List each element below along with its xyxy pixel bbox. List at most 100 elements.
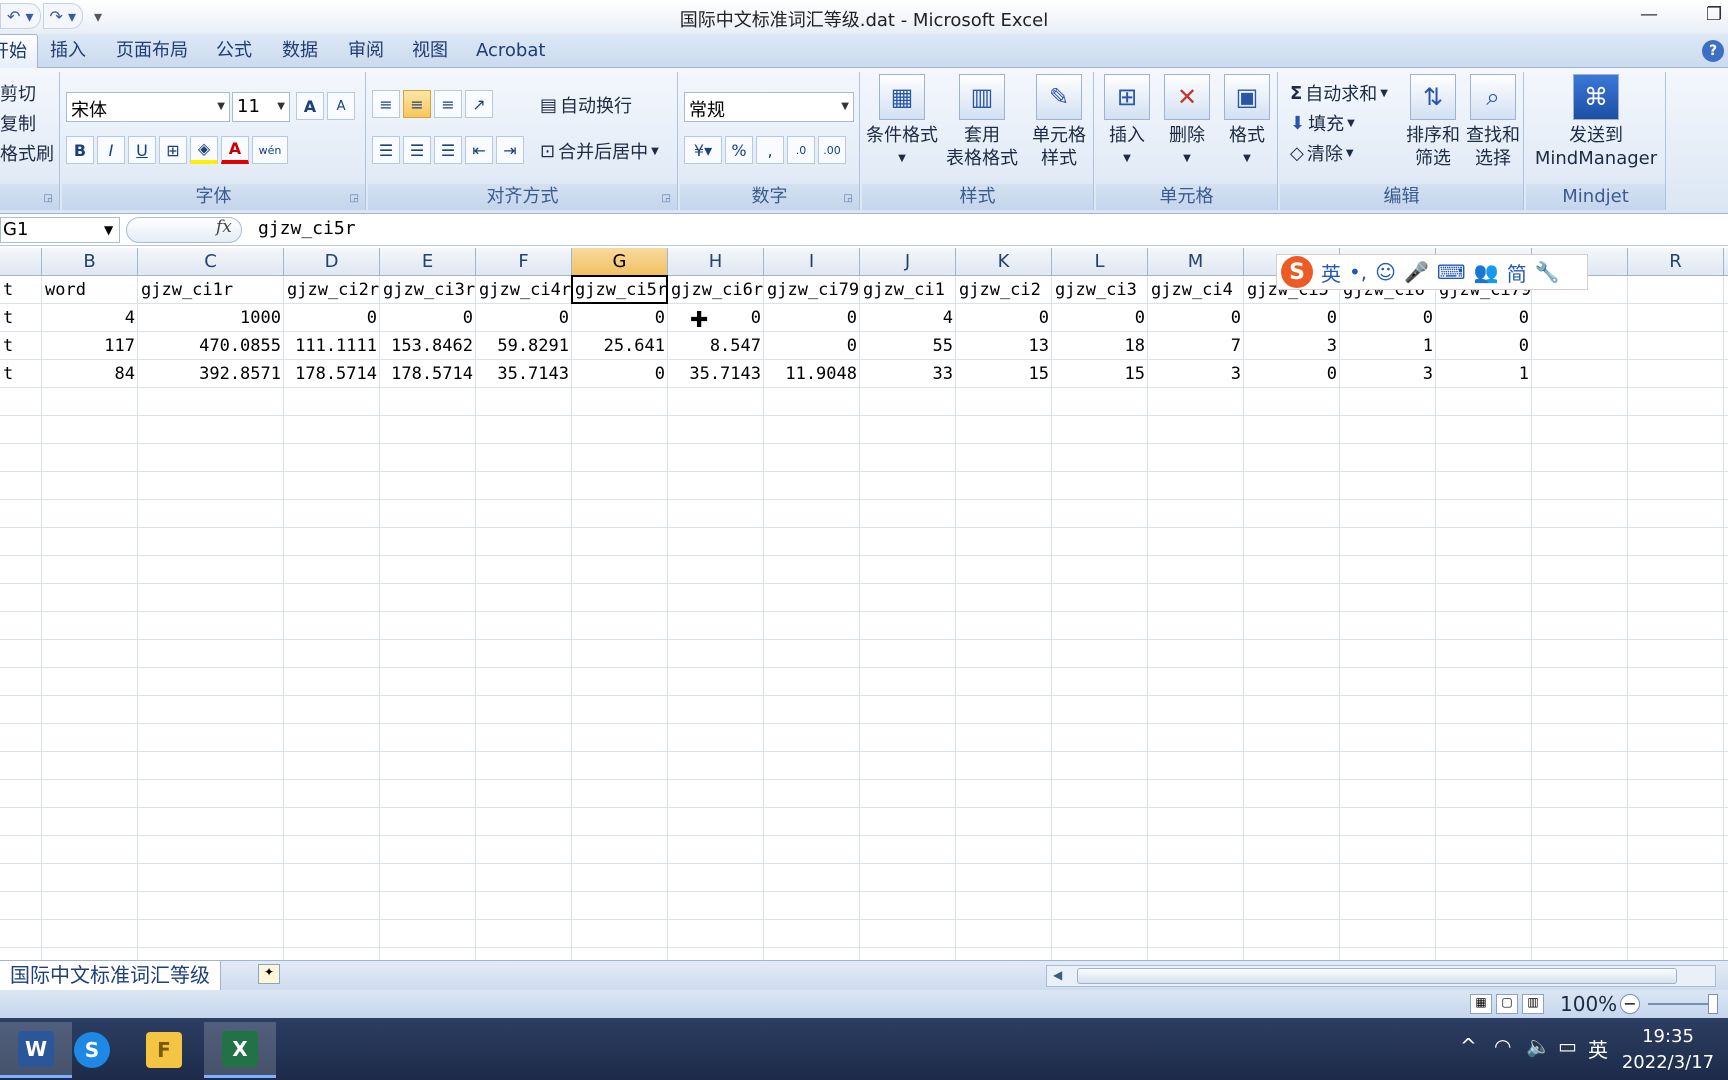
cell[interactable]: 3 (1244, 332, 1340, 360)
number-format-select[interactable]: 常规 ▼ (684, 92, 854, 122)
cell[interactable]: gjzw_ci1 (860, 276, 956, 304)
normal-view-icon[interactable]: ▦ (1470, 994, 1492, 1014)
cell[interactable]: 1000 (138, 304, 284, 332)
align-right-icon[interactable]: ☰ (434, 136, 462, 164)
cell-styles-button[interactable]: ✎ 单元格 样式 (1026, 74, 1092, 170)
cell[interactable]: 3 (1148, 360, 1244, 388)
cell[interactable]: 0 (764, 304, 860, 332)
cell[interactable]: 11.9048 (764, 360, 860, 388)
cut-button[interactable]: 剪切 (0, 80, 36, 106)
cell[interactable]: gjzw_ci79 (764, 276, 860, 304)
cell[interactable]: 4 (42, 304, 138, 332)
keyboard-icon[interactable]: ⌨ (1437, 260, 1466, 284)
increase-decimal-button[interactable]: .0 (787, 136, 815, 164)
cell[interactable]: word (42, 276, 138, 304)
cell[interactable]: 55 (860, 332, 956, 360)
align-middle-icon[interactable]: ≡ (403, 90, 431, 118)
cell[interactable]: 117 (42, 332, 138, 360)
find-select-button[interactable]: ⌕ 查找和 选择 (1464, 74, 1522, 170)
emoji-icon[interactable]: ☺ (1375, 260, 1396, 284)
ime-lang-toggle[interactable]: 英 (1321, 258, 1341, 287)
cell[interactable]: 0 (284, 304, 380, 332)
column-header-h[interactable]: H (668, 248, 764, 276)
cell[interactable]: 15 (956, 360, 1052, 388)
volume-icon[interactable]: 🔈 (1526, 1034, 1551, 1058)
conditional-format-button[interactable]: ▦ 条件格式 ▼ (864, 74, 940, 170)
grow-font-button[interactable]: A (296, 92, 324, 120)
cell[interactable]: t (0, 276, 42, 304)
simplified-toggle[interactable]: 简 (1507, 258, 1527, 287)
cell[interactable]: 18 (1052, 332, 1148, 360)
merge-center-button[interactable]: ⊡ 合并后居中 ▼ (540, 138, 659, 164)
fill-button[interactable]: ⬇ 填充 ▼ (1290, 110, 1355, 136)
send-to-mindmanager-button[interactable]: ⌘ 发送到 MindManager (1530, 74, 1662, 170)
scrollbar-thumb[interactable] (1077, 968, 1677, 984)
cell[interactable]: 35.7143 (668, 360, 764, 388)
cell[interactable]: 35.7143 (476, 360, 572, 388)
font-name-select[interactable]: 宋体 ▼ (66, 92, 230, 122)
clear-button[interactable]: ◇ 清除 ▼ (1290, 140, 1354, 166)
fill-color-button[interactable]: ◈ (190, 136, 218, 164)
cell[interactable]: 0 (476, 304, 572, 332)
copy-button[interactable]: 复制 (0, 110, 36, 136)
column-header-c[interactable]: C (138, 248, 284, 276)
cell[interactable]: 13 (956, 332, 1052, 360)
underline-button[interactable]: U (128, 136, 156, 164)
column-header-i[interactable]: I (764, 248, 860, 276)
column-header-r[interactable]: R (1628, 248, 1724, 276)
formula-input[interactable]: gjzw_ci5r (258, 218, 356, 239)
chevron-down-icon[interactable]: ▼ (104, 223, 113, 237)
cell[interactable]: gjzw_ci3 (1052, 276, 1148, 304)
column-header-f[interactable]: F (476, 248, 572, 276)
scroll-left-icon[interactable]: ◀ (1053, 968, 1062, 982)
page-break-view-icon[interactable]: ▥ (1522, 994, 1544, 1014)
cell[interactable]: 111.1111 (284, 332, 380, 360)
battery-icon[interactable]: ▭ (1558, 1034, 1577, 1058)
cell[interactable]: 178.5714 (284, 360, 380, 388)
insert-cells-button[interactable]: ⊞ 插入 ▼ (1098, 74, 1156, 170)
bold-button[interactable]: B (66, 136, 94, 164)
cell[interactable]: gjzw_ci4 (1148, 276, 1244, 304)
tab-formulas[interactable]: 公式 (206, 34, 262, 68)
user-icon[interactable]: 👥 (1474, 260, 1499, 284)
font-launcher-icon[interactable]: ◲ (350, 193, 359, 204)
cell[interactable]: 8.547 (668, 332, 764, 360)
decrease-indent-icon[interactable]: ⇤ (465, 136, 493, 164)
cell[interactable]: 0 (1244, 360, 1340, 388)
tab-acrobat[interactable]: Acrobat (466, 34, 555, 68)
cell[interactable]: t (0, 332, 42, 360)
cell[interactable]: gjzw_ci2 (956, 276, 1052, 304)
cell[interactable]: gjzw_ci3r (380, 276, 476, 304)
clock-time[interactable]: 19:35 (1608, 1026, 1728, 1047)
taskbar-sogou[interactable]: S (56, 1022, 128, 1078)
cell[interactable]: 178.5714 (380, 360, 476, 388)
column-header-g[interactable]: G (572, 248, 668, 276)
insert-function-icon[interactable]: fx (216, 217, 232, 237)
increase-indent-icon[interactable]: ⇥ (496, 136, 524, 164)
tray-expand-icon[interactable]: ^ (1460, 1034, 1477, 1058)
cell[interactable]: 0 (380, 304, 476, 332)
shrink-font-button[interactable]: A (327, 92, 355, 120)
page-layout-view-icon[interactable]: ▢ (1496, 994, 1518, 1014)
active-cell[interactable] (571, 275, 668, 304)
zoom-level[interactable]: 100% (1560, 992, 1617, 1016)
align-bottom-icon[interactable]: ≡ (434, 90, 462, 118)
tab-insert[interactable]: 插入 (40, 34, 96, 68)
restore-button[interactable]: ❐ (1706, 4, 1722, 25)
cell[interactable]: 59.8291 (476, 332, 572, 360)
network-icon[interactable]: ◠ (1494, 1034, 1511, 1058)
cell[interactable]: t (0, 360, 42, 388)
cell[interactable]: 0 (1436, 332, 1532, 360)
font-size-select[interactable]: 11 ▼ (232, 92, 290, 122)
format-cells-button[interactable]: ▣ 格式 ▼ (1218, 74, 1276, 170)
sheet-tab[interactable]: 国际中文标准词汇等级 (0, 961, 221, 990)
decrease-decimal-button[interactable]: .00 (818, 136, 846, 164)
italic-button[interactable]: I (97, 136, 125, 164)
tab-home[interactable]: 开始 (0, 34, 38, 68)
clipboard-launcher-icon[interactable]: ◲ (44, 193, 53, 204)
name-box[interactable]: G1 (0, 217, 120, 243)
cell[interactable]: 7 (1148, 332, 1244, 360)
worksheet-grid[interactable]: BCDEFGHIJKLMNOPQR twordgjzw_ci1rgjzw_ci2… (0, 248, 1728, 960)
cell[interactable]: 1 (1436, 360, 1532, 388)
zoom-slider[interactable] (1648, 1003, 1714, 1005)
